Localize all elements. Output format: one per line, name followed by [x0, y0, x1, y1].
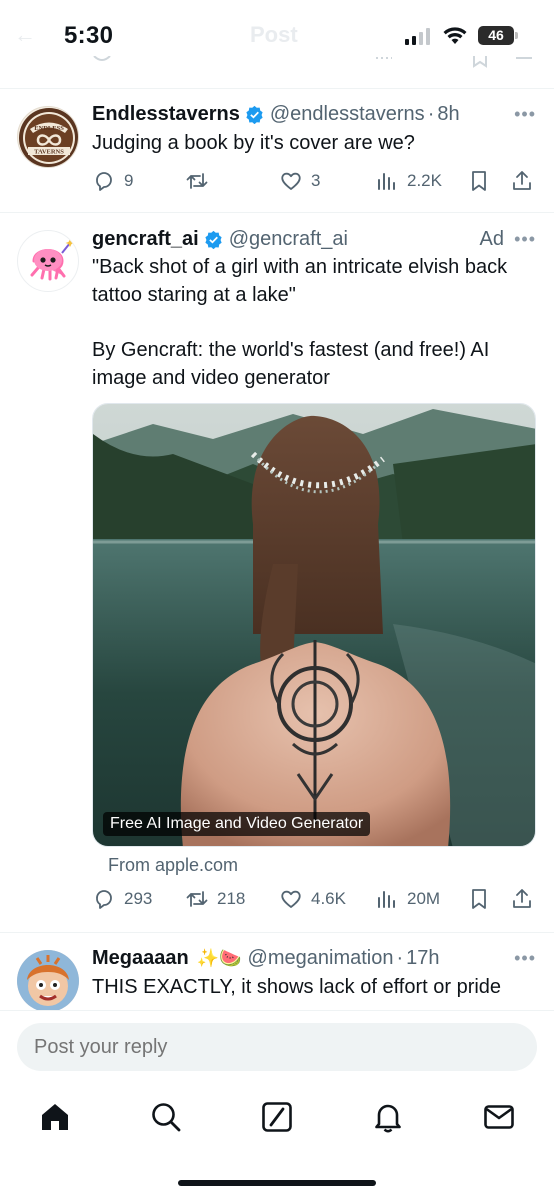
reply-button[interactable]: 293 — [92, 887, 152, 911]
verified-badge-icon — [246, 105, 263, 124]
reply-input[interactable] — [17, 1023, 537, 1071]
repost-button[interactable]: 218 — [185, 887, 245, 911]
author-name[interactable]: Endlesstaverns — [92, 103, 240, 126]
author-handle[interactable]: @meganimation — [248, 947, 394, 970]
reply-button[interactable]: 9 — [92, 169, 133, 193]
views-icon — [378, 891, 395, 908]
reply-icon — [93, 56, 111, 61]
battery-indicator: 46 — [478, 26, 514, 45]
author-handle[interactable]: @endlesstaverns — [270, 103, 425, 126]
views-count: 2.2K — [407, 171, 442, 190]
messages-icon[interactable] — [482, 1100, 516, 1134]
views-button[interactable]: 2.2K — [375, 169, 442, 193]
wifi-icon — [443, 27, 467, 44]
share-icon — [513, 889, 531, 908]
author-handle[interactable]: @gencraft_ai — [229, 228, 348, 251]
avatar[interactable] — [17, 950, 79, 1012]
media-caption[interactable]: Free AI Image and Video Generator — [103, 812, 371, 836]
lake-tattoo-photo — [93, 404, 535, 846]
post-time[interactable]: 17h — [406, 947, 439, 970]
post-time[interactable]: 8h — [437, 103, 459, 126]
separator-dot: · — [396, 947, 404, 969]
cellular-signal-icon — [405, 28, 430, 45]
repost-icon — [186, 173, 208, 189]
ad-tweet-actions: 293 218 4.6K 20M — [92, 887, 536, 915]
repost-count: 218 — [217, 889, 246, 908]
views-icon — [378, 173, 395, 190]
back-arrow-icon[interactable]: ← — [14, 22, 36, 48]
bookmark-icon — [472, 171, 486, 191]
status-time: 5:30 — [64, 22, 114, 49]
reply-icon — [96, 890, 112, 909]
verified-badge-icon — [205, 230, 222, 249]
tweet-text: Judging a book by it's cover are we? — [92, 132, 415, 154]
more-options-icon[interactable]: ••• — [514, 229, 536, 250]
like-count: 3 — [311, 171, 321, 190]
reply-count: 9 — [124, 171, 134, 190]
more-options-icon[interactable]: ••• — [514, 104, 536, 125]
ad-label: Ad — [479, 228, 504, 250]
home-icon[interactable] — [38, 1100, 72, 1134]
repost-button[interactable] — [185, 169, 217, 193]
reply-count: 293 — [124, 889, 153, 908]
avatar[interactable] — [17, 230, 79, 292]
repost-icon — [186, 891, 208, 907]
logo-text-top: ENDLESS — [34, 125, 64, 132]
previous-tweet-actions — [0, 56, 554, 88]
like-button[interactable]: 3 — [279, 169, 320, 193]
battery-cap — [515, 32, 518, 39]
logo-text-bottom: TAVERNS — [34, 149, 64, 156]
tweet-text: "Back shot of a girl with an intricate e… — [92, 256, 508, 306]
bookmark-button[interactable] — [467, 887, 491, 911]
page-title: Post — [250, 22, 298, 47]
share-icon — [516, 57, 532, 59]
more-options-icon[interactable]: ••• — [514, 948, 536, 969]
reply-composer — [0, 1010, 554, 1082]
endlesstaverns-logo: ENDLESS TAVERNS — [19, 108, 78, 167]
share-button[interactable] — [510, 169, 534, 193]
like-icon — [281, 890, 301, 908]
separator-dot: · — [427, 103, 435, 125]
like-count: 4.6K — [311, 889, 346, 908]
tweet-media-image[interactable]: Free AI Image and Video Generator — [92, 403, 536, 847]
views-count: 20M — [407, 889, 441, 908]
author-name[interactable]: Megaaaan — [92, 947, 189, 970]
ad-source-link[interactable]: From apple.com — [108, 855, 238, 876]
author-name[interactable]: gencraft_ai — [92, 228, 199, 251]
search-icon[interactable] — [149, 1100, 183, 1134]
avatar[interactable]: ENDLESS TAVERNS — [17, 106, 79, 168]
reply-icon — [96, 172, 112, 191]
share-button[interactable] — [510, 887, 534, 911]
tweet-endlesstaverns[interactable]: ENDLESS TAVERNS Endlesstaverns @endlesst… — [0, 88, 554, 212]
bookmark-button[interactable] — [467, 169, 491, 193]
like-icon — [281, 172, 301, 190]
notifications-icon[interactable] — [371, 1100, 405, 1134]
tweet-text-promo: By Gencraft: the world's fastest (and fr… — [92, 339, 490, 389]
tweet-megaaaan[interactable]: Megaaaan ✨🍉 @meganimation · 17h ••• THIS… — [0, 932, 554, 1012]
views-button[interactable]: 20M — [375, 887, 440, 911]
sparkles-watermelon-emoji: ✨🍉 — [196, 948, 242, 968]
octopus-logo — [30, 239, 75, 281]
bookmark-icon — [472, 889, 486, 909]
like-button[interactable]: 4.6K — [279, 887, 346, 911]
home-indicator — [178, 1180, 376, 1186]
bookmark-icon — [473, 56, 487, 68]
views-icon — [376, 57, 392, 59]
tweet-text: THIS EXACTLY, it shows lack of effort or… — [92, 976, 502, 998]
share-icon — [513, 171, 531, 190]
cartoon-avatar — [17, 950, 79, 1012]
grok-icon[interactable] — [260, 1100, 294, 1134]
